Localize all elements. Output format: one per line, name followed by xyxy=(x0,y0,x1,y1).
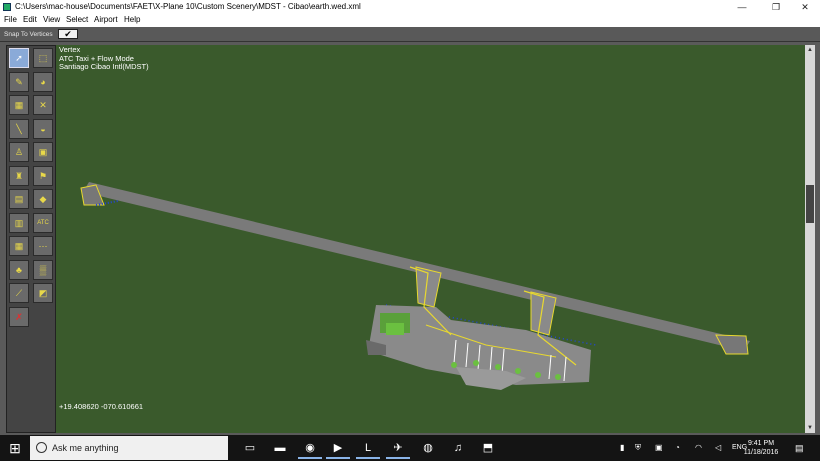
menu-airport[interactable]: Airport xyxy=(94,15,118,24)
tray-app-icon[interactable]: ▣ xyxy=(655,443,663,452)
menu-file[interactable]: File xyxy=(4,15,17,24)
snap-toolbar: Snap To Vertices ✔ xyxy=(0,27,820,42)
installer-icon[interactable]: ⬒ xyxy=(476,437,500,459)
itunes-icon[interactable]: ♫ xyxy=(446,437,470,459)
info-overlay: Vertex ATC Taxi + Flow Mode Santiago Cib… xyxy=(59,45,149,72)
grass-island-2 xyxy=(386,323,404,335)
object-icon[interactable]: ▦ xyxy=(9,236,29,256)
volume-icon[interactable]: ◁ xyxy=(715,443,721,452)
windsock-icon[interactable]: ⚑ xyxy=(33,165,53,186)
beacon-icon[interactable]: ◆ xyxy=(33,189,53,209)
windows-start-icon[interactable]: ⊞ xyxy=(0,435,30,461)
runway-cross-icon[interactable]: ✕ xyxy=(33,95,53,115)
taskbar: ⊞ Ask me anything ▭ ▬ ◉ ▶ L ✈ ◍ ♫ ⬒ ▮ ⛨ ▣ ◔ ◠ ◁ … xyxy=(0,435,820,461)
line-icon[interactable]: ⟋ xyxy=(9,283,29,303)
notifications-icon[interactable]: ▤ xyxy=(795,443,804,454)
polygon-icon[interactable]: ◩ xyxy=(33,283,53,303)
minimize-button[interactable]: — xyxy=(727,0,757,14)
scroll-down-icon[interactable]: ▼ xyxy=(805,423,815,433)
marquee-tool-icon[interactable]: ⬚ xyxy=(33,48,53,68)
tower-icon[interactable]: ♜ xyxy=(9,165,29,186)
facade-icon[interactable]: ▥ xyxy=(9,212,29,233)
string-icon[interactable]: ⋯ xyxy=(33,236,53,256)
clock-date: 11/18/2016 xyxy=(743,449,779,456)
menu-select[interactable]: Select xyxy=(66,15,88,24)
search-placeholder: Ask me anything xyxy=(52,443,119,453)
menu-edit[interactable]: Edit xyxy=(23,15,37,24)
light-fixture-icon[interactable]: ♙ xyxy=(9,142,29,162)
wifi-icon[interactable]: ◠ xyxy=(695,443,702,452)
atc-route-icon[interactable]: ATC xyxy=(33,212,53,233)
battery-icon[interactable]: ▮ xyxy=(620,443,624,452)
title-bar: C:\Users\mac-house\Documents\FAET\X-Plan… xyxy=(0,0,820,14)
menu-bar: File Edit View Select Airport Help xyxy=(0,14,820,26)
runway-end-east[interactable] xyxy=(715,334,749,355)
airport-map[interactable] xyxy=(56,45,805,433)
scroll-up-icon[interactable]: ▲ xyxy=(805,45,815,55)
xplane-icon[interactable]: ✈ xyxy=(386,437,410,459)
helipad-icon[interactable]: ▤ xyxy=(9,189,29,209)
workspace: ➚ ⬚ ✎ ◕ ▦ ✕ ╲ ◒ ♙ ▣ ♜ ⚑ ▤ ◆ ▥ ATC ▦ ⋯ ♣ ▒ ⟋ ◩ ✗ xyxy=(0,42,820,435)
globe-icon[interactable]: ◍ xyxy=(416,437,440,459)
task-view-icon[interactable]: ▭ xyxy=(238,437,262,459)
close-button[interactable]: ✕ xyxy=(790,0,820,14)
menu-view[interactable]: View xyxy=(43,15,60,24)
app-l-icon[interactable]: L xyxy=(356,437,380,459)
exclusion-icon[interactable]: ✗ xyxy=(9,306,29,327)
chrome-icon[interactable]: ◉ xyxy=(298,437,322,459)
cursor-coordinates: +19.408620 -070.610661 xyxy=(59,402,144,411)
clock-time: 9:41 PM xyxy=(747,440,775,447)
search-icon xyxy=(36,442,47,453)
search-box[interactable]: Ask me anything xyxy=(30,436,228,460)
shield-icon[interactable]: ⛨ xyxy=(635,443,641,453)
clock[interactable]: 9:41 PM 11/18/2016 xyxy=(740,439,782,457)
tool-palette: ➚ ⬚ ✎ ◕ ▦ ✕ ╲ ◒ ♙ ▣ ♜ ⚑ ▤ ◆ ▥ ATC ▦ ⋯ ♣ ▒ ⟋ ◩ ✗ xyxy=(6,45,56,433)
draped-poly-icon[interactable]: ▒ xyxy=(33,259,53,280)
line-marking-icon[interactable]: ╲ xyxy=(9,118,29,139)
menu-help[interactable]: Help xyxy=(124,15,140,24)
bezier-icon[interactable]: ✎ xyxy=(9,71,29,92)
snap-to-vertices-checkbox[interactable]: ✔ xyxy=(58,29,78,39)
map-globe-icon[interactable]: ◕ xyxy=(33,71,53,92)
sign-icon[interactable]: ▣ xyxy=(33,142,53,162)
vertex-tool-icon[interactable]: ➚ xyxy=(9,48,29,68)
window-title: C:\Users\mac-house\Documents\FAET\X-Plan… xyxy=(15,2,361,11)
maximize-button[interactable]: ❐ xyxy=(761,0,791,14)
airport-name-label: Santiago Cibao Intl(MDST) xyxy=(59,62,149,71)
wed-app-icon xyxy=(3,3,11,11)
map-view[interactable]: Vertex ATC Taxi + Flow Mode Santiago Cib… xyxy=(56,45,805,433)
file-explorer-icon[interactable]: ▬ xyxy=(268,437,292,459)
media-player-icon[interactable]: ▶ xyxy=(326,437,350,459)
ramp-icon[interactable]: ◒ xyxy=(33,118,53,139)
snap-to-vertices-label: Snap To Vertices xyxy=(4,31,53,38)
scroll-thumb[interactable] xyxy=(806,185,814,223)
vertical-scrollbar[interactable]: ▲ ▼ xyxy=(805,45,815,433)
forest-icon[interactable]: ♣ xyxy=(9,259,29,280)
network-icon[interactable]: ◔ xyxy=(675,443,680,452)
taxiway-icon[interactable]: ▦ xyxy=(9,95,29,115)
